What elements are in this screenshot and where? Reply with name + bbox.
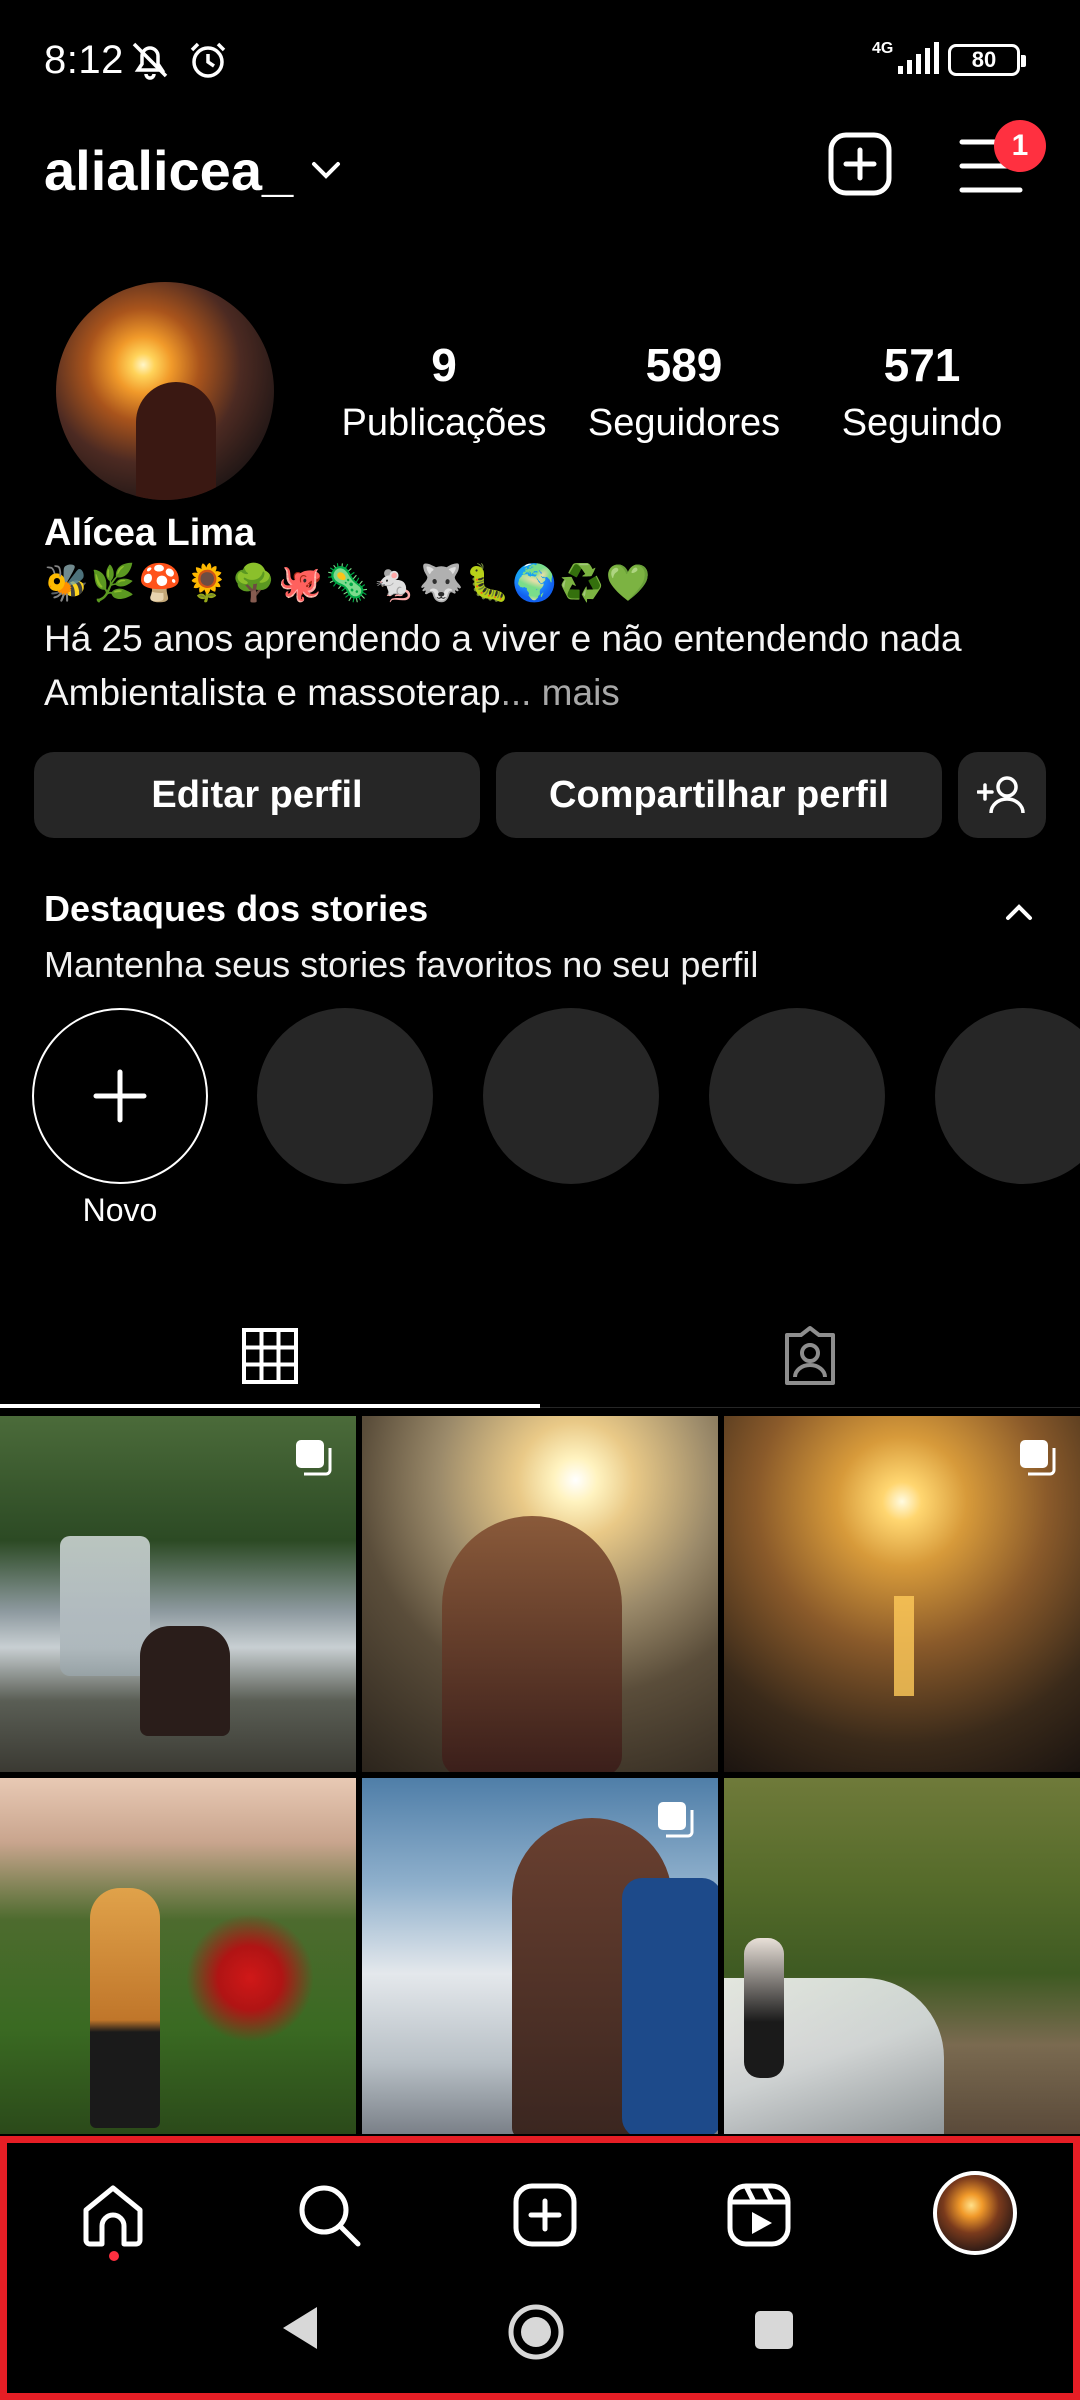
post-thumbnail[interactable] <box>0 1416 356 1772</box>
signal-icon <box>898 42 939 74</box>
highlights-title: Destaques dos stories <box>44 888 429 929</box>
back-icon[interactable] <box>277 2303 327 2353</box>
grid-icon <box>242 1328 298 1384</box>
highlight-placeholder <box>709 1008 885 1184</box>
profile-avatar[interactable] <box>56 282 274 500</box>
stat-value: 571 <box>883 339 961 391</box>
highlight-placeholder <box>483 1008 659 1184</box>
recents-icon[interactable] <box>753 2309 795 2351</box>
post-thumbnail[interactable] <box>0 1778 356 2134</box>
bio-line-truncated: Ambientalista e massoterap... mais <box>44 672 620 714</box>
notification-badge: 1 <box>994 120 1046 172</box>
active-tab-indicator <box>0 1404 540 1408</box>
post-thumbnail[interactable] <box>724 1778 1080 2134</box>
highlight-placeholder <box>257 1008 433 1184</box>
highlights-subtitle: Mantenha seus stories favoritos no seu p… <box>44 944 759 985</box>
multiple-photos-icon <box>1020 1440 1056 1476</box>
create-icon <box>513 2183 577 2247</box>
post-thumbnail[interactable] <box>724 1416 1080 1772</box>
battery-indicator: 80 <box>948 44 1026 76</box>
full-name: Alícea Lima <box>44 512 256 554</box>
bio-emojis: 🐝🌿🍄🌻🌳🐙🦠🐁🐺🐛🌍♻️💚 <box>44 562 653 603</box>
nav-profile-avatar[interactable] <box>933 2171 1017 2255</box>
edit-profile-button[interactable]: Editar perfil <box>34 752 480 838</box>
home-circle-icon[interactable] <box>507 2303 565 2361</box>
nav-create[interactable] <box>505 2175 585 2255</box>
status-time: 8:12 <box>44 38 124 82</box>
add-person-icon <box>977 776 1025 814</box>
network-type: 4G <box>872 40 894 57</box>
username[interactable]: alialicea_ <box>44 138 293 203</box>
plus-icon <box>93 1069 147 1123</box>
stat-posts[interactable]: 9 Publicações <box>334 338 554 445</box>
stat-followers[interactable]: 589 Seguidores <box>574 338 794 445</box>
nav-reels[interactable] <box>719 2175 799 2255</box>
new-highlight-button[interactable] <box>32 1008 208 1184</box>
bottom-navigation <box>0 2136 1080 2400</box>
home-activity-dot <box>109 2251 119 2261</box>
bio-text: Ambientalista e massoterap <box>44 672 501 713</box>
multiple-photos-icon <box>658 1802 694 1838</box>
status-bar: 8:12 4G 80 <box>0 0 1080 120</box>
add-post-icon[interactable] <box>826 130 894 198</box>
profile-header: alialicea_ 1 <box>0 120 1080 220</box>
chevron-down-icon[interactable] <box>308 152 344 188</box>
post-thumbnail[interactable] <box>362 1778 718 2134</box>
bio-more-link[interactable]: ... mais <box>501 672 620 713</box>
tab-posts-grid[interactable] <box>0 1304 540 1408</box>
stat-value: 9 <box>431 339 457 391</box>
chevron-up-icon[interactable] <box>1002 896 1036 930</box>
bio-line: Há 25 anos aprendendo a viver e não ente… <box>44 618 962 659</box>
tab-tagged[interactable] <box>540 1304 1080 1408</box>
discover-people-button[interactable] <box>958 752 1046 838</box>
stat-following[interactable]: 571 Seguindo <box>812 338 1032 445</box>
search-icon <box>299 2185 361 2247</box>
share-profile-button[interactable]: Compartilhar perfil <box>496 752 942 838</box>
stat-label: Seguidores <box>587 402 781 444</box>
stat-label: Seguindo <box>841 402 1003 444</box>
stat-label: Publicações <box>341 402 547 444</box>
notifications-off-icon <box>132 42 168 80</box>
multiple-photos-icon <box>296 1440 332 1476</box>
post-thumbnail[interactable] <box>362 1416 718 1772</box>
nav-search[interactable] <box>289 2175 369 2255</box>
home-icon <box>83 2185 143 2247</box>
highlight-placeholder <box>935 1008 1080 1184</box>
reels-icon <box>727 2183 791 2247</box>
tagged-icon <box>785 1326 835 1385</box>
alarm-icon <box>190 42 226 78</box>
stat-value: 589 <box>645 339 723 391</box>
new-highlight-label: Novo <box>82 1192 158 1228</box>
nav-home[interactable] <box>73 2175 153 2255</box>
